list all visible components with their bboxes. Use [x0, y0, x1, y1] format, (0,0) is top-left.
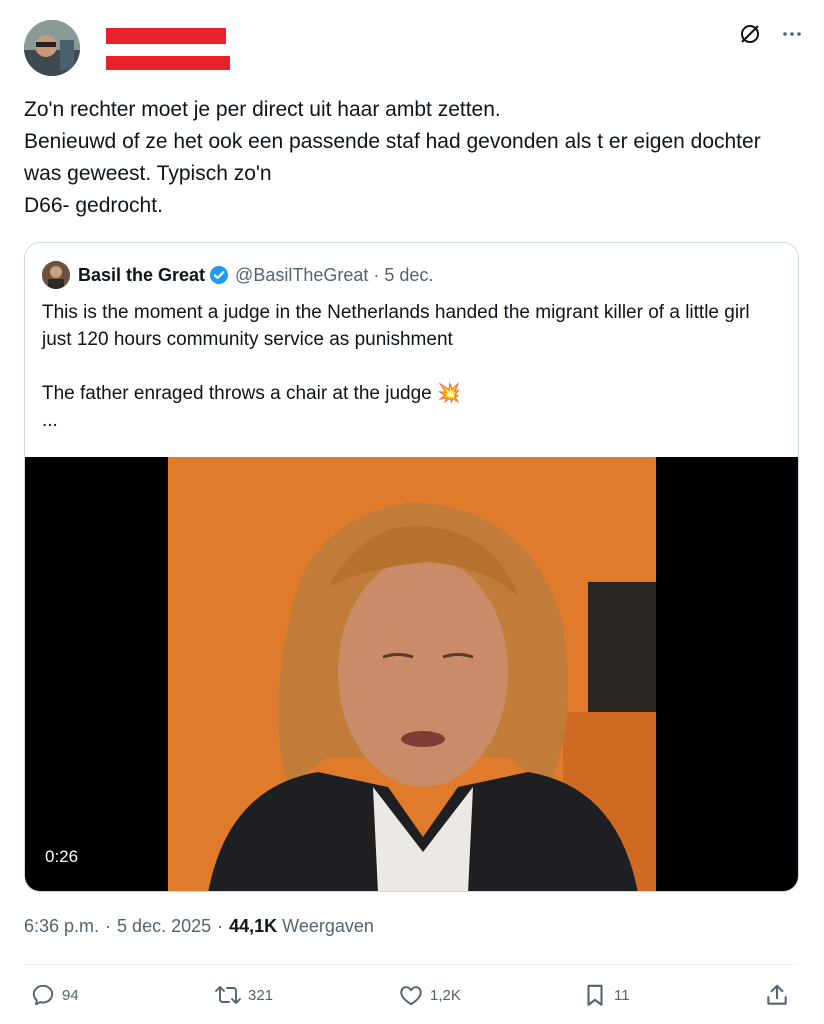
show-more-ellipsis[interactable]: ... [42, 407, 782, 434]
quoted-paragraph-1: This is the moment a judge in the Nether… [42, 302, 750, 350]
verified-badge-icon [209, 265, 229, 285]
quoted-tweet-header: Basil the Great @BasilTheGreat · 5 dec. [42, 261, 433, 289]
video-player[interactable]: 0:26 [25, 457, 798, 891]
quoted-author-name[interactable]: Basil the Great [78, 265, 205, 286]
quoted-paragraph-2: The father enraged throws a chair at the… [42, 383, 461, 404]
bookmark-button[interactable]: 11 [582, 982, 630, 1008]
bookmark-count: 11 [614, 986, 630, 1004]
quoted-tweet-text: This is the moment a judge in the Nether… [42, 299, 782, 434]
tweet-time[interactable]: 6:36 p.m. [24, 916, 99, 937]
separator-dot: · [105, 916, 112, 936]
repost-count: 321 [248, 986, 274, 1004]
separator-dot: · [217, 916, 224, 936]
grok-icon[interactable] [738, 22, 762, 46]
share-icon [767, 984, 787, 1005]
quoted-author-avatar[interactable] [42, 261, 70, 289]
reply-button[interactable]: 94 [30, 982, 79, 1008]
tweet-meta: 6:36 p.m. · 5 dec. 2025 · 44,1K Weergave… [24, 916, 374, 937]
tweet-header [24, 20, 804, 76]
quoted-tweet[interactable]: Basil the Great @BasilTheGreat · 5 dec. … [24, 242, 799, 892]
like-button[interactable]: 1,2K [398, 982, 461, 1008]
quoted-author-handle[interactable]: @BasilTheGreat [235, 265, 368, 286]
views-count: 44,1K [229, 916, 278, 936]
video-duration: 0:26 [45, 847, 79, 866]
reply-icon [32, 984, 54, 1006]
heart-icon [400, 986, 422, 1006]
video-frame [168, 457, 656, 891]
redacted-handle [106, 56, 230, 70]
repost-button[interactable]: 321 [214, 982, 273, 1008]
redacted-display-name [106, 28, 226, 44]
bookmark-icon [587, 984, 603, 1006]
author-avatar[interactable] [24, 20, 80, 76]
separator-dot: · [373, 264, 380, 285]
like-count: 1,2K [430, 986, 461, 1004]
action-bar: 94 321 1,2K 11 [30, 982, 794, 1010]
views-label: Weergaven [282, 916, 374, 936]
tweet-date[interactable]: 5 dec. 2025 [117, 916, 211, 937]
quoted-tweet-date[interactable]: 5 dec. [384, 265, 433, 286]
reply-count: 94 [62, 986, 79, 1004]
repost-icon [215, 986, 241, 1004]
divider [24, 964, 799, 965]
tweet-text: Zo'n rechter moet je per direct uit haar… [24, 98, 761, 217]
more-dots-icon[interactable] [780, 22, 804, 46]
share-button[interactable] [764, 982, 796, 1008]
